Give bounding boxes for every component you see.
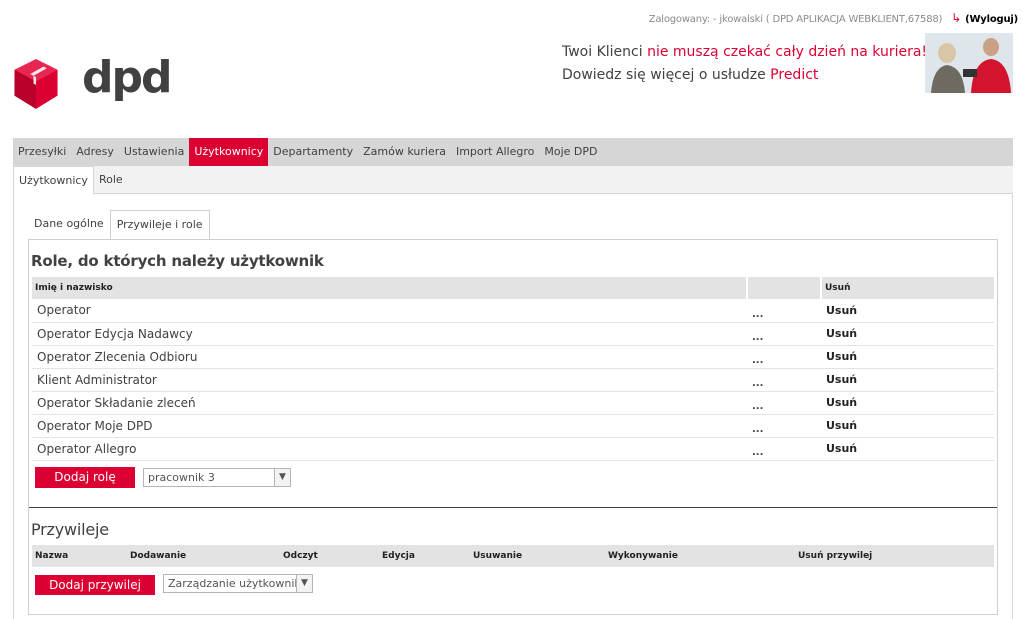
role-details[interactable]: ...: [747, 391, 821, 415]
col-header-delete: Usuń: [821, 277, 994, 299]
logo-text: dpd: [82, 52, 172, 103]
chevron-down-icon[interactable]: ▼: [296, 575, 312, 592]
tab-dane-ogolne[interactable]: Dane ogólne: [28, 210, 110, 239]
role-name: Operator Zlecenia Odbioru: [32, 345, 747, 369]
nav-moje-dpd[interactable]: Moje DPD: [539, 138, 602, 166]
promo-line1-b: nie muszą czekać cały dzień na kuriera!: [647, 44, 928, 60]
subnav-role[interactable]: Role: [94, 166, 128, 193]
role-select[interactable]: pracownik 3 ▼: [143, 468, 291, 487]
nav-przesylki[interactable]: Przesyłki: [13, 138, 71, 166]
content-area: Dane ogólne Przywileje i role Role, do k…: [13, 194, 1013, 619]
role-name: Klient Administrator: [32, 368, 747, 392]
main-nav: Przesyłki Adresy Ustawienia Użytkownicy …: [13, 138, 1013, 166]
privileges-title: Przywileje: [31, 520, 109, 539]
table-row: Operator Allegro ... Usuń: [32, 437, 994, 461]
col-header-odczyt: Odczyt: [283, 551, 318, 561]
table-row: Klient Administrator ... Usuń: [32, 368, 994, 392]
col-header-usuwanie: Usuwanie: [473, 551, 523, 561]
table-row: Operator Zlecenia Odbioru ... Usuń: [32, 345, 994, 369]
role-details[interactable]: ...: [747, 345, 821, 369]
dpd-logo-icon: [14, 59, 58, 109]
privilege-select-value: Zarządzanie użytkownikami: [168, 577, 313, 590]
nav-ustawienia[interactable]: Ustawienia: [119, 138, 189, 166]
col-header-dodawanie: Dodawanie: [130, 551, 187, 561]
subnav-uzytkownicy[interactable]: Użytkownicy: [13, 166, 94, 195]
role-details[interactable]: ...: [747, 368, 821, 392]
privileges-table-header: Nazwa Dodawanie Odczyt Edycja Usuwanie W…: [32, 545, 994, 567]
section-divider: [29, 507, 997, 508]
add-role-button[interactable]: Dodaj rolę: [35, 467, 135, 488]
logout-icon[interactable]: ↳: [951, 11, 961, 25]
tab-przywileje-i-role[interactable]: Przywileje i role: [109, 210, 210, 239]
col-header-nazwa: Nazwa: [35, 551, 69, 561]
nav-adresy[interactable]: Adresy: [71, 138, 119, 166]
roles-title: Role, do których należy użytkownik: [31, 252, 324, 270]
role-name: Operator Moje DPD: [32, 414, 747, 438]
promo-banner[interactable]: Twoi Klienci nie muszą czekać cały dzień…: [562, 41, 927, 87]
login-user: - jkowalski ( DPD APLIKACJA WEBKLIENT,67…: [713, 14, 943, 25]
delete-role-link[interactable]: Usuń: [821, 345, 994, 369]
promo-line1-a: Twoi Klienci: [562, 44, 648, 60]
role-select-value: pracownik 3: [148, 471, 215, 484]
sub-nav: Użytkownicy Role: [13, 166, 1013, 195]
role-details[interactable]: ...: [747, 322, 821, 346]
login-label: Zalogowany:: [648, 14, 711, 25]
promo-line2-a: Dowiedz się więcej o usłudze: [562, 67, 771, 83]
nav-import-allegro[interactable]: Import Allegro: [451, 138, 539, 166]
role-details[interactable]: ...: [747, 299, 821, 323]
role-name: Operator Edycja Nadawcy: [32, 322, 747, 346]
tab-panel: Role, do których należy użytkownik Imię …: [28, 239, 998, 615]
col-header-blank: [747, 277, 822, 299]
delete-role-link[interactable]: Usuń: [821, 368, 994, 392]
nav-zamow-kuriera[interactable]: Zamów kuriera: [358, 138, 451, 166]
promo-photo[interactable]: [925, 33, 1013, 93]
delete-role-link[interactable]: Usuń: [821, 414, 994, 438]
logout-link[interactable]: (Wyloguj): [965, 14, 1018, 25]
col-header-name: Imię i nazwisko: [32, 277, 748, 299]
role-name: Operator Składanie zleceń: [32, 391, 747, 415]
chevron-down-icon[interactable]: ▼: [274, 469, 290, 486]
roles-table: Imię i nazwisko Usuń Operator ... Usuń O…: [32, 277, 994, 461]
col-header-wykonywanie: Wykonywanie: [608, 551, 678, 561]
role-details[interactable]: ...: [747, 437, 821, 461]
col-header-edycja: Edycja: [382, 551, 415, 561]
delete-role-link[interactable]: Usuń: [821, 391, 994, 415]
role-name: Operator: [32, 299, 747, 323]
col-header-usun-przywilej: Usuń przywilej: [798, 551, 873, 561]
table-row: Operator Moje DPD ... Usuń: [32, 414, 994, 438]
delete-role-link[interactable]: Usuń: [821, 437, 994, 461]
predict-link[interactable]: Predict: [770, 67, 818, 83]
table-row: Operator ... Usuń: [32, 299, 994, 323]
login-bar: Zalogowany: - jkowalski ( DPD APLIKACJA …: [0, 11, 1019, 25]
add-privilege-button[interactable]: Dodaj przywilej: [35, 575, 155, 595]
table-row: Operator Edycja Nadawcy ... Usuń: [32, 322, 994, 346]
privilege-select[interactable]: Zarządzanie użytkownikami ▼: [163, 574, 313, 593]
delete-role-link[interactable]: Usuń: [821, 299, 994, 323]
nav-departamenty[interactable]: Departamenty: [268, 138, 358, 166]
table-row: Operator Składanie zleceń ... Usuń: [32, 391, 994, 415]
delete-role-link[interactable]: Usuń: [821, 322, 994, 346]
user-tabs: Dane ogólne Przywileje i role: [28, 210, 210, 239]
role-details[interactable]: ...: [747, 414, 821, 438]
role-name: Operator Allegro: [32, 437, 747, 461]
nav-uzytkownicy[interactable]: Użytkownicy: [189, 138, 269, 166]
